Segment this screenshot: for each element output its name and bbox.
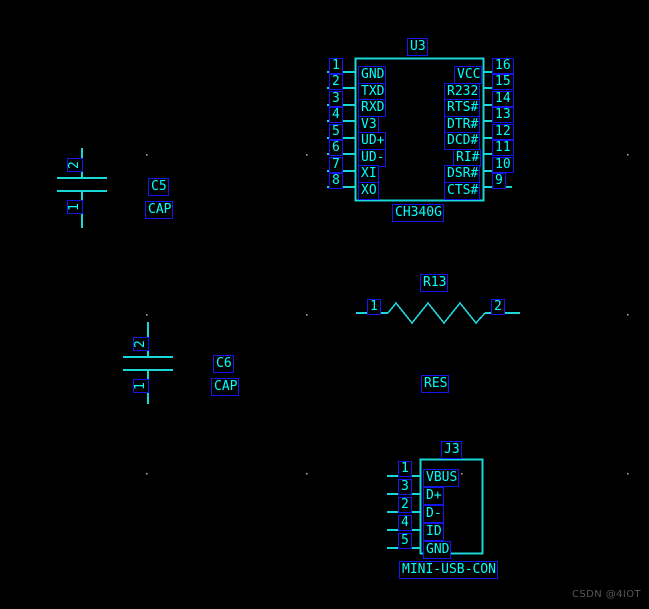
c6-part-name[interactable]: CAP xyxy=(211,378,240,396)
u3-pin-number-11[interactable]: 11 xyxy=(492,140,514,156)
j3-pin-number-3[interactable]: 3 xyxy=(398,479,412,495)
u3-pin-name-xo: XO xyxy=(358,182,379,200)
j3-designator[interactable]: J3 xyxy=(441,441,462,459)
u3-pin-number-6[interactable]: 6 xyxy=(329,140,343,156)
c5-designator[interactable]: C5 xyxy=(148,178,169,196)
c5-pin-number-1[interactable]: 1 xyxy=(67,200,83,214)
c6-pin-number-1[interactable]: 1 xyxy=(133,379,149,393)
u3-pin-number-7[interactable]: 7 xyxy=(329,157,343,173)
schematic-canvas[interactable]: U3 CH340G 1 2 3 4 5 6 7 8 GND TXD RXD V3… xyxy=(0,0,649,609)
schematic-graphics-layer xyxy=(57,57,629,555)
c6-designator[interactable]: C6 xyxy=(213,355,234,373)
grid-dots xyxy=(146,154,629,475)
u3-pin-name-xi: XI xyxy=(358,165,379,183)
watermark: CSDN @4IOT xyxy=(572,589,641,600)
u3-pin-name-rts: RTS# xyxy=(444,99,481,117)
u3-pin-number-12[interactable]: 12 xyxy=(492,124,514,140)
j3-pin-name-dplus: D+ xyxy=(423,487,444,505)
u3-pin-name-rxd: RXD xyxy=(358,99,387,117)
u3-pin-number-13[interactable]: 13 xyxy=(492,107,514,123)
j3-pin-name-vbus: VBUS xyxy=(423,469,460,487)
u3-part-name[interactable]: CH340G xyxy=(392,204,444,222)
j3-pin-number-1[interactable]: 1 xyxy=(398,461,412,477)
r13-zigzag xyxy=(387,301,486,325)
r13-part-name[interactable]: RES xyxy=(421,375,450,393)
u3-pin-number-15[interactable]: 15 xyxy=(492,74,514,90)
j3-pin-number-4[interactable]: 4 xyxy=(398,515,412,531)
u3-pin-name-cts: CTS# xyxy=(444,182,481,200)
u3-pin-number-5[interactable]: 5 xyxy=(329,124,343,140)
u3-pin-name-udp: UD+ xyxy=(358,132,387,150)
u3-pin-number-3[interactable]: 3 xyxy=(329,91,343,107)
c5-part-name[interactable]: CAP xyxy=(145,201,174,219)
u3-pin-number-2[interactable]: 2 xyxy=(329,74,343,90)
r13-pin-number-1[interactable]: 1 xyxy=(367,299,381,315)
u3-pin-name-gnd: GND xyxy=(358,66,387,84)
r13-designator[interactable]: R13 xyxy=(420,274,449,292)
u3-pin-name-dsr: DSR# xyxy=(444,165,481,183)
u3-pin-number-8[interactable]: 8 xyxy=(329,173,343,189)
u3-pin-number-10[interactable]: 10 xyxy=(492,157,514,173)
j3-pin-number-2[interactable]: 2 xyxy=(398,497,412,513)
j3-pin-name-gnd: GND xyxy=(423,541,452,559)
u3-pin-number-4[interactable]: 4 xyxy=(329,107,343,123)
u3-pin-name-vcc: VCC xyxy=(454,66,483,84)
u3-pin-number-9[interactable]: 9 xyxy=(492,173,506,189)
u3-designator[interactable]: U3 xyxy=(407,38,428,56)
u3-pin-name-dcd: DCD# xyxy=(444,132,481,150)
r13-pin-number-2[interactable]: 2 xyxy=(491,299,505,315)
j3-pin-name-dminus: D- xyxy=(423,505,444,523)
j3-pin-name-id: ID xyxy=(423,523,444,541)
j3-pin-number-5[interactable]: 5 xyxy=(398,533,412,549)
u3-pin-number-14[interactable]: 14 xyxy=(492,91,514,107)
j3-part-name[interactable]: MINI-USB-CON xyxy=(399,561,498,579)
u3-pin-number-16[interactable]: 16 xyxy=(492,58,514,74)
c5-pin-number-2[interactable]: 2 xyxy=(67,158,83,172)
u3-pin-number-1[interactable]: 1 xyxy=(329,58,343,74)
c6-pin-number-2[interactable]: 2 xyxy=(133,337,149,351)
